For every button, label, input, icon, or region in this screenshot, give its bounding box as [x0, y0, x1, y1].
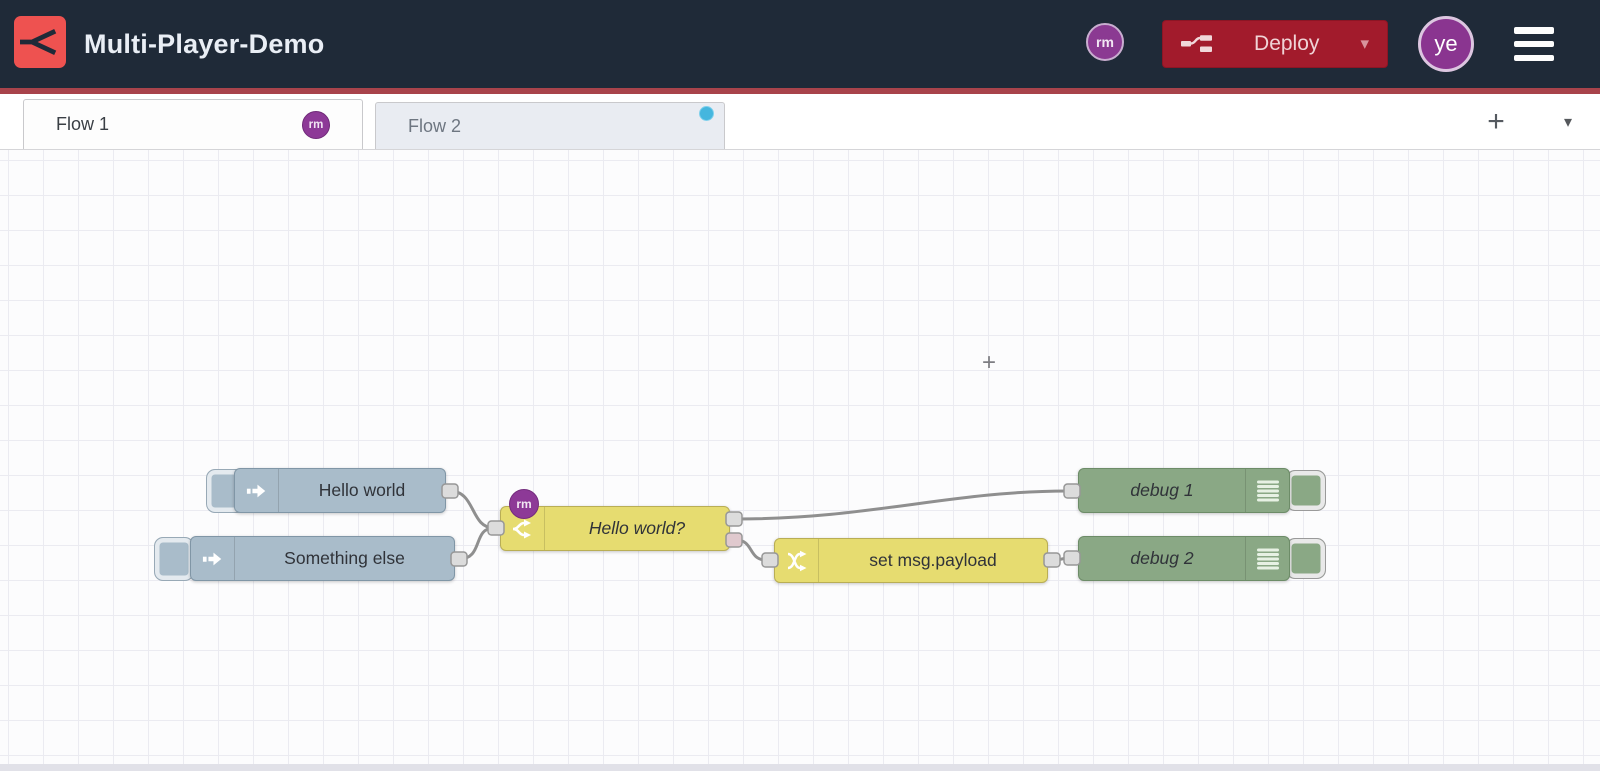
wires-layer	[448, 489, 1070, 562]
port-switch-out2[interactable]	[725, 532, 743, 548]
main-menu-icon[interactable]	[1514, 27, 1554, 61]
port-debug2-in[interactable]	[1063, 550, 1081, 566]
collaborator-badge[interactable]: rm	[1086, 23, 1124, 61]
node-label: set msg.payload	[869, 550, 997, 570]
node-label: debug 1	[1130, 480, 1194, 500]
node-inject1[interactable]: Hello world	[234, 468, 446, 513]
horizontal-scrollbar[interactable]	[0, 764, 1600, 771]
menu-bar	[1514, 54, 1554, 61]
node-label: debug 2	[1130, 548, 1194, 568]
tab-flow-2[interactable]: Flow 2	[375, 102, 725, 149]
deploy-button[interactable]: Deploy ▾	[1162, 20, 1388, 68]
inject2-trigger-button[interactable]	[154, 537, 194, 581]
page-title: Multi-Player-Demo	[84, 28, 325, 59]
node-label: Something else	[284, 548, 405, 568]
deploy-nodes-icon	[1181, 35, 1212, 52]
port-switch-in[interactable]	[487, 520, 505, 536]
unsaved-changes-dot	[699, 106, 714, 121]
tab-flow-1[interactable]: Flow 1 rm	[23, 99, 363, 149]
tab-label: Flow 1	[56, 114, 110, 134]
node-debug2[interactable]: debug 2	[1078, 536, 1290, 581]
port-inject1-out[interactable]	[441, 483, 459, 499]
change-icon	[775, 539, 819, 582]
debug2-toggle-button[interactable]	[1286, 538, 1326, 579]
deploy-options-caret-icon[interactable]: ▾	[1360, 34, 1369, 54]
node-change1[interactable]: set msg.payload	[774, 538, 1048, 583]
node-label: Hello world	[318, 480, 406, 500]
node-debug1[interactable]: debug 1	[1078, 468, 1290, 513]
workspace-tabbar: Flow 1 rm Flow 2 + ▾	[0, 94, 1600, 150]
tab-collaborator-badge: rm	[302, 111, 330, 139]
app-header: Multi-Player-Demo rm Deploy ▾ ye	[0, 0, 1600, 88]
port-change-out[interactable]	[1043, 552, 1061, 568]
port-change-in[interactable]	[761, 552, 779, 568]
mouse-crosshair-cursor: +	[981, 349, 996, 376]
menu-bar	[1514, 40, 1554, 48]
port-debug1-in[interactable]	[1063, 483, 1081, 499]
tab-label: Flow 2	[408, 115, 462, 136]
logo-chevron-icon	[20, 29, 57, 55]
menu-bar	[1514, 27, 1554, 34]
debug1-toggle-button[interactable]	[1286, 470, 1326, 511]
deploy-button-label: Deploy	[1254, 32, 1320, 55]
flow-canvas[interactable]: Hello world Something else rm Hello worl…	[0, 150, 1600, 771]
port-inject2-out[interactable]	[450, 551, 468, 567]
node-collaborator-badge: rm	[509, 489, 539, 519]
user-avatar[interactable]: ye	[1418, 16, 1474, 72]
debug-icon	[1245, 537, 1289, 580]
inject-icon	[235, 469, 279, 512]
node-label: Hello world?	[588, 518, 686, 538]
node-inject2[interactable]: Something else	[190, 536, 455, 581]
debug-icon	[1245, 469, 1289, 512]
wire-switch-to-debug1[interactable]	[734, 489, 1070, 521]
port-switch-out1[interactable]	[725, 511, 743, 527]
node-switch1[interactable]: rm Hello world?	[500, 489, 730, 551]
flowfuse-logo-icon[interactable]	[14, 16, 66, 68]
inject-icon	[191, 537, 235, 580]
add-flow-button[interactable]: +	[1476, 102, 1516, 142]
flow-list-caret-icon[interactable]: ▾	[1552, 104, 1584, 140]
